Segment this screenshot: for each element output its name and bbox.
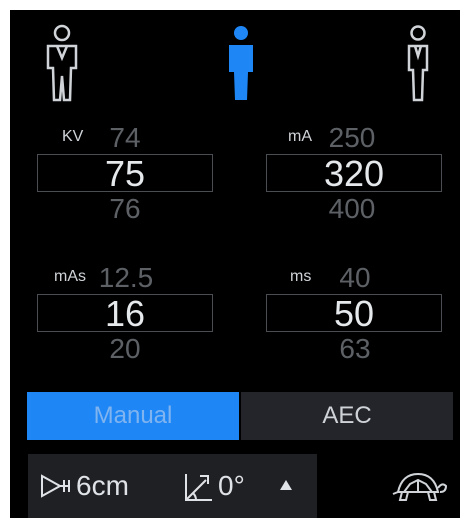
kv-value: 75	[104, 153, 146, 194]
small-patient-icon[interactable]	[44, 24, 80, 102]
exposure-panel: KV 74 75 76 mA 250 320 400 mAs 12.5 16 2…	[10, 10, 460, 518]
medium-patient-icon[interactable]	[226, 24, 256, 102]
kv-prev-value[interactable]: 74	[100, 123, 150, 153]
turtle-icon[interactable]	[390, 470, 448, 509]
ma-label: mA	[288, 128, 312, 145]
mas-value: 16	[104, 293, 146, 334]
kv-spinner[interactable]: 75	[37, 153, 213, 194]
ma-value: 320	[323, 153, 385, 194]
ms-label: ms	[290, 268, 312, 285]
ma-spinner[interactable]: 320	[266, 153, 442, 194]
mas-prev-value[interactable]: 12.5	[94, 263, 158, 293]
ma-next-value[interactable]: 400	[322, 194, 382, 224]
tilt-angle-icon	[184, 472, 214, 507]
mas-spinner[interactable]: 16	[37, 293, 213, 334]
manual-mode-button[interactable]: Manual	[27, 392, 239, 440]
ms-spinner[interactable]: 50	[266, 293, 442, 334]
distance-value[interactable]: 6cm	[76, 454, 129, 518]
angle-value[interactable]: 0°	[218, 454, 245, 518]
ms-value: 50	[333, 293, 375, 334]
ma-prev-value[interactable]: 250	[322, 123, 382, 153]
collimator-distance-icon	[40, 472, 72, 505]
arrow-up-icon[interactable]	[280, 480, 292, 490]
bottom-bar: 6cm 0°	[28, 454, 317, 518]
kv-next-value[interactable]: 76	[100, 194, 150, 224]
ms-next-value[interactable]: 63	[330, 334, 380, 364]
large-patient-icon[interactable]	[406, 24, 430, 102]
ms-prev-value[interactable]: 40	[330, 263, 380, 293]
mas-label: mAs	[54, 268, 86, 285]
kv-label: KV	[62, 128, 84, 145]
mas-next-value[interactable]: 20	[100, 334, 150, 364]
aec-mode-button[interactable]: AEC	[241, 392, 453, 440]
